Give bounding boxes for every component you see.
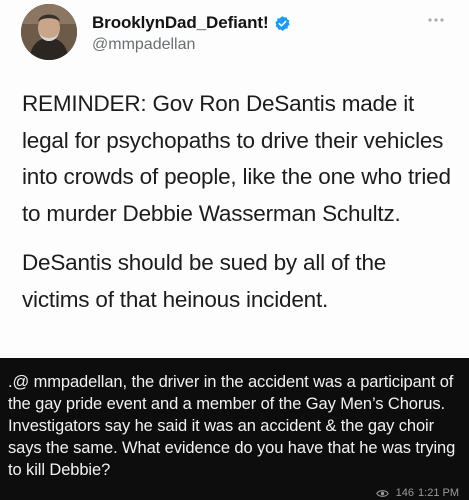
avatar-image (21, 4, 77, 60)
tweet-paragraph: REMINDER: Gov Ron DeSantis made it legal… (22, 91, 451, 226)
view-count: 146 (395, 487, 415, 499)
tweet-text: REMINDER: Gov Ron DeSantis made it legal… (22, 86, 452, 318)
verified-badge-icon (274, 15, 291, 32)
author-name-row: BrooklynDad_Defiant! (92, 12, 291, 34)
tweet-paragraph: DeSantis should be sued by all of the vi… (22, 250, 387, 312)
display-name[interactable]: BrooklynDad_Defiant! (92, 13, 269, 33)
message-time: 1:21 PM (418, 487, 459, 499)
reply-message: .@ mmpadellan, the driver in the acciden… (0, 358, 469, 500)
eye-icon (375, 489, 389, 498)
message-meta: 146 1:21 PM (375, 487, 459, 499)
reply-text: .@ mmpadellan, the driver in the acciden… (8, 373, 456, 479)
author-handle[interactable]: @mmpadellan (92, 36, 195, 54)
avatar[interactable] (21, 4, 77, 60)
more-options-icon[interactable] (426, 14, 446, 26)
tweet-card: BrooklynDad_Defiant! @mmpadellan REMINDE… (0, 0, 469, 358)
